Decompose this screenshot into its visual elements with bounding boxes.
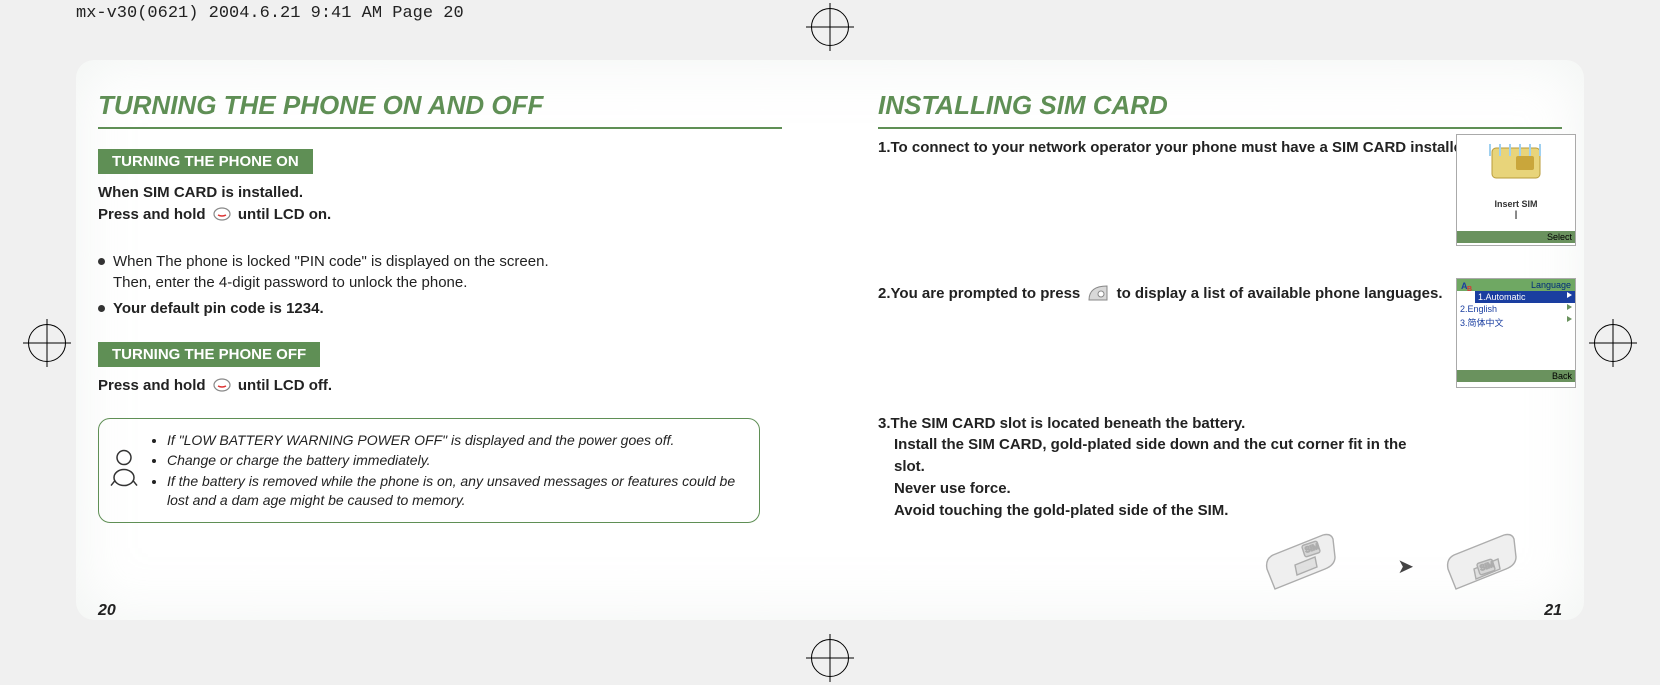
phone-closed-back-icon: SIM xyxy=(1436,529,1556,604)
note-box: If "LOW BATTERY WARNING POWER OFF" is di… xyxy=(98,418,760,524)
language-row: 2.English xyxy=(1457,303,1575,315)
language-row: 1.Automatic xyxy=(1475,291,1575,303)
registration-mark-left xyxy=(28,324,66,362)
page-number-right: 21 xyxy=(1544,602,1562,620)
bullet-default-pin-text: Your default pin code is 1234. xyxy=(113,298,324,320)
registration-mark-right xyxy=(1594,324,1632,362)
figure-softkey-select: Select xyxy=(1457,231,1575,243)
page-number-left: 20 xyxy=(98,602,116,620)
sim-card-art-icon xyxy=(1457,135,1575,191)
step-3: 3.The SIM CARD slot is located beneath t… xyxy=(878,413,1438,522)
text-press-hold-on: Press and hold until LCD on. xyxy=(98,204,782,229)
note-item: If "LOW BATTERY WARNING POWER OFF" is di… xyxy=(167,431,743,450)
note-item: Change or charge the battery immediately… xyxy=(167,451,743,470)
figure-insert-sim-label: Insert SIM | xyxy=(1457,191,1575,231)
step-3-head: 3.The SIM CARD slot is located beneath t… xyxy=(878,413,1438,435)
bullet-dot-icon xyxy=(98,305,105,312)
band-turning-off: TURNING THE PHONE OFF xyxy=(98,342,320,367)
step-3-line2: Never use force. xyxy=(878,478,1438,500)
bullet-default-pin: Your default pin code is 1234. xyxy=(98,298,782,320)
note-person-icon xyxy=(107,448,141,493)
step-3-line1: Install the SIM CARD, gold-plated side d… xyxy=(878,434,1438,478)
arrow-right-icon: ➤ xyxy=(1397,554,1414,579)
right-title: INSTALLING SIM CARD xyxy=(878,90,1562,121)
bullet-dot-icon xyxy=(98,258,105,265)
press-hold-off-prefix: Press and hold xyxy=(98,377,206,394)
step-3-line3: Avoid touching the gold-plated side of t… xyxy=(878,500,1438,522)
page-left: TURNING THE PHONE ON AND OFF TURNING THE… xyxy=(76,60,830,620)
proof-header-line: mx-v30(0621) 2004.6.21 9:41 AM Page 20 xyxy=(76,4,464,23)
press-hold-on-prefix: Press and hold xyxy=(98,206,206,223)
note-item: If the battery is removed while the phon… xyxy=(167,472,743,510)
left-title: TURNING THE PHONE ON AND OFF xyxy=(98,90,782,121)
phone-open-back-icon: SIM xyxy=(1255,529,1375,604)
title-underline xyxy=(878,127,1562,129)
phone-illustration-row: SIM ➤ SIM xyxy=(1255,529,1556,604)
page-right: INSTALLING SIM CARD 1.To connect to your… xyxy=(830,60,1584,620)
figure-language-header: AB Language xyxy=(1457,279,1575,291)
figure-insert-sim: Insert SIM | Select xyxy=(1456,134,1576,246)
end-key-icon xyxy=(213,206,231,229)
press-hold-on-suffix: until LCD on. xyxy=(238,206,331,223)
figure-language-list: AB Language 1.Automatic 2.English 3.简体中文 xyxy=(1456,278,1576,388)
svg-text:B: B xyxy=(1467,286,1472,291)
band-turning-on: TURNING THE PHONE ON xyxy=(98,149,313,174)
nav-key-icon xyxy=(1087,284,1109,309)
registration-mark-bottom xyxy=(811,639,849,677)
text-press-hold-off: Press and hold until LCD off. xyxy=(98,375,782,400)
language-row: 3.简体中文 xyxy=(1457,315,1575,330)
text-sim-installed: When SIM CARD is installed. xyxy=(98,182,782,204)
press-hold-off-suffix: until LCD off. xyxy=(238,377,332,394)
title-underline xyxy=(98,127,782,129)
chevron-right-icon xyxy=(1567,316,1572,322)
registration-mark-top xyxy=(811,8,849,46)
language-globe-icon: AB xyxy=(1461,280,1475,291)
end-key-icon xyxy=(213,377,231,400)
paper-spread: TURNING THE PHONE ON AND OFF TURNING THE… xyxy=(76,60,1584,620)
figure-softkey-back: Back xyxy=(1457,370,1575,382)
chevron-right-icon xyxy=(1567,292,1572,298)
bullet-pin-code: When The phone is locked "PIN code" is d… xyxy=(98,251,782,295)
chevron-right-icon xyxy=(1567,304,1572,310)
bullet-pin-code-text: When The phone is locked "PIN code" is d… xyxy=(113,251,549,295)
